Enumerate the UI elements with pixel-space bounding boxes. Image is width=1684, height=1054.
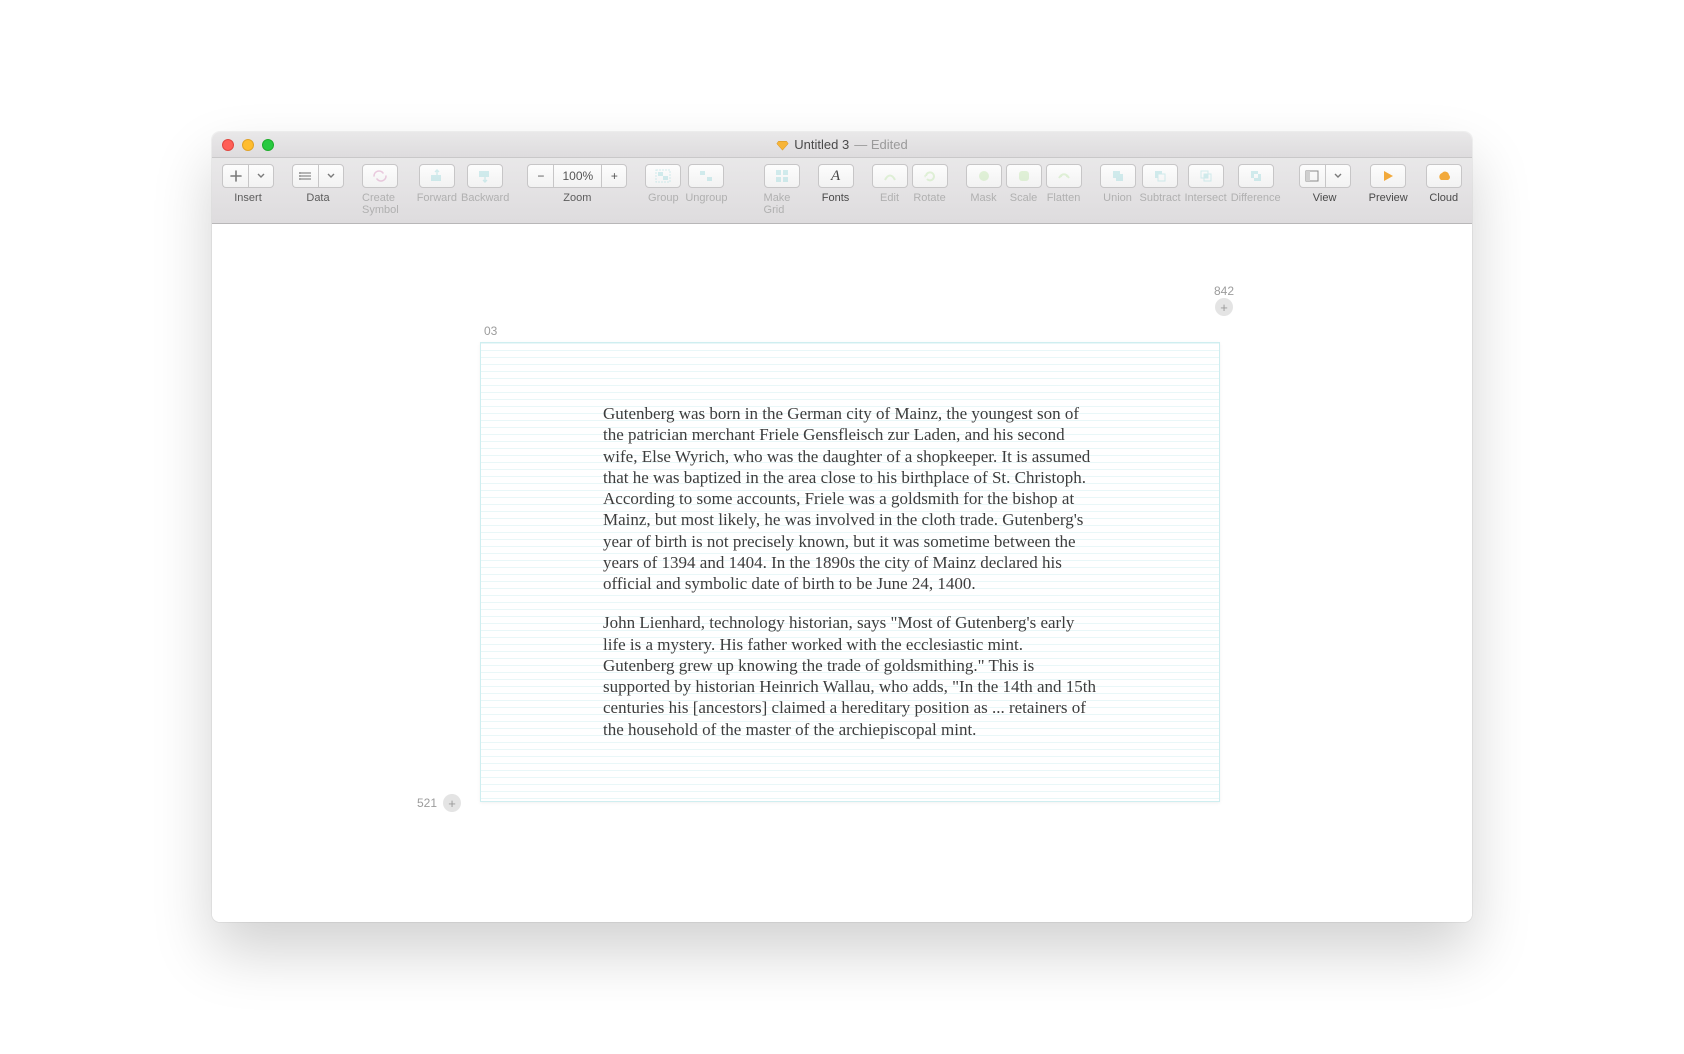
tool-group: Group <box>645 164 681 204</box>
window-title: Untitled 3 <box>794 137 849 152</box>
intersect-button[interactable] <box>1188 164 1224 188</box>
zoom-out-button[interactable]: − <box>527 164 553 188</box>
diamond-icon <box>776 138 789 151</box>
tool-preview: Preview <box>1369 164 1408 204</box>
toolbar: Insert Data Create Symbol <box>212 158 1472 224</box>
insert-button[interactable] <box>222 164 248 188</box>
subtract-button[interactable] <box>1142 164 1178 188</box>
create-symbol-button[interactable] <box>362 164 398 188</box>
scale-label: Scale <box>1010 192 1038 204</box>
data-button[interactable] <box>292 164 318 188</box>
window-edited-label: — Edited <box>854 137 907 152</box>
group-button[interactable] <box>645 164 681 188</box>
tool-mask: Mask <box>966 164 1002 204</box>
tool-difference: Difference <box>1231 164 1281 204</box>
ruler-hint-bottom-left: 521 + <box>417 794 461 812</box>
intersect-label: Intersect <box>1185 192 1227 204</box>
fonts-label: Fonts <box>822 192 850 204</box>
artboard[interactable]: Gutenberg was born in the German city of… <box>480 342 1220 802</box>
rotate-label: Rotate <box>913 192 945 204</box>
zoom-label: Zoom <box>563 192 591 204</box>
backward-label: Backward <box>461 192 509 204</box>
tool-scale: Scale <box>1006 164 1042 204</box>
titlebar: Untitled 3 — Edited <box>212 132 1472 158</box>
scale-button[interactable] <box>1006 164 1042 188</box>
cloud-button[interactable] <box>1426 164 1462 188</box>
edit-label: Edit <box>880 192 899 204</box>
flatten-label: Flatten <box>1047 192 1081 204</box>
flatten-button[interactable] <box>1046 164 1082 188</box>
ungroup-label: Ungroup <box>685 192 727 204</box>
view-dropdown[interactable] <box>1325 164 1351 188</box>
tool-fonts: A Fonts <box>818 164 854 204</box>
rotate-button[interactable] <box>912 164 948 188</box>
tool-ungroup: Ungroup <box>685 164 727 204</box>
tool-make-grid: Make Grid <box>764 164 800 216</box>
app-window: Untitled 3 — Edited Insert <box>212 132 1472 922</box>
data-dropdown[interactable] <box>318 164 344 188</box>
window-title-wrap: Untitled 3 — Edited <box>212 137 1472 152</box>
view-label: View <box>1313 192 1337 204</box>
make-grid-label: Make Grid <box>764 192 800 216</box>
tool-view: View <box>1299 164 1351 204</box>
tool-backward: Backward <box>461 164 509 204</box>
tool-create-symbol: Create Symbol <box>362 164 399 216</box>
paragraph: John Lienhard, technology historian, say… <box>603 612 1097 740</box>
group-label: Group <box>648 192 679 204</box>
tool-edit: Edit <box>872 164 908 204</box>
insert-label: Insert <box>234 192 262 204</box>
insert-dropdown[interactable] <box>248 164 274 188</box>
tool-flatten: Flatten <box>1046 164 1082 204</box>
artboard-label[interactable]: 03 <box>484 324 497 338</box>
mask-button[interactable] <box>966 164 1002 188</box>
ruler-hint-right: 842 + <box>1214 284 1234 317</box>
make-grid-button[interactable] <box>764 164 800 188</box>
union-button[interactable] <box>1100 164 1136 188</box>
difference-label: Difference <box>1231 192 1281 204</box>
view-button[interactable] <box>1299 164 1325 188</box>
canvas[interactable]: 03 842 + Gutenberg was born in the Germa… <box>212 224 1472 922</box>
tool-subtract: Subtract <box>1140 164 1181 204</box>
edit-button[interactable] <box>872 164 908 188</box>
paragraph: Gutenberg was born in the German city of… <box>603 403 1097 594</box>
hint-right-value: 842 <box>1214 284 1234 298</box>
forward-button[interactable] <box>419 164 455 188</box>
plus-icon[interactable]: + <box>1215 298 1233 316</box>
data-label: Data <box>306 192 329 204</box>
tool-cloud: Cloud <box>1426 164 1462 204</box>
zoom-in-button[interactable]: + <box>601 164 627 188</box>
tool-zoom: − 100% + Zoom <box>527 164 627 204</box>
ungroup-button[interactable] <box>688 164 724 188</box>
fonts-button[interactable]: A <box>818 164 854 188</box>
tool-intersect: Intersect <box>1185 164 1227 204</box>
backward-button[interactable] <box>467 164 503 188</box>
create-symbol-label: Create Symbol <box>362 192 399 216</box>
cloud-label: Cloud <box>1429 192 1458 204</box>
preview-label: Preview <box>1369 192 1408 204</box>
preview-button[interactable] <box>1370 164 1406 188</box>
tool-insert: Insert <box>222 164 274 204</box>
difference-button[interactable] <box>1238 164 1274 188</box>
mask-label: Mask <box>970 192 996 204</box>
union-label: Union <box>1103 192 1132 204</box>
subtract-label: Subtract <box>1140 192 1181 204</box>
text-block[interactable]: Gutenberg was born in the German city of… <box>603 403 1097 758</box>
tool-data: Data <box>292 164 344 204</box>
tool-rotate: Rotate <box>912 164 948 204</box>
zoom-value[interactable]: 100% <box>553 164 601 188</box>
plus-icon[interactable]: + <box>443 794 461 812</box>
forward-label: Forward <box>417 192 457 204</box>
hint-bl-value: 521 <box>417 796 437 810</box>
tool-union: Union <box>1100 164 1136 204</box>
tool-forward: Forward <box>417 164 457 204</box>
